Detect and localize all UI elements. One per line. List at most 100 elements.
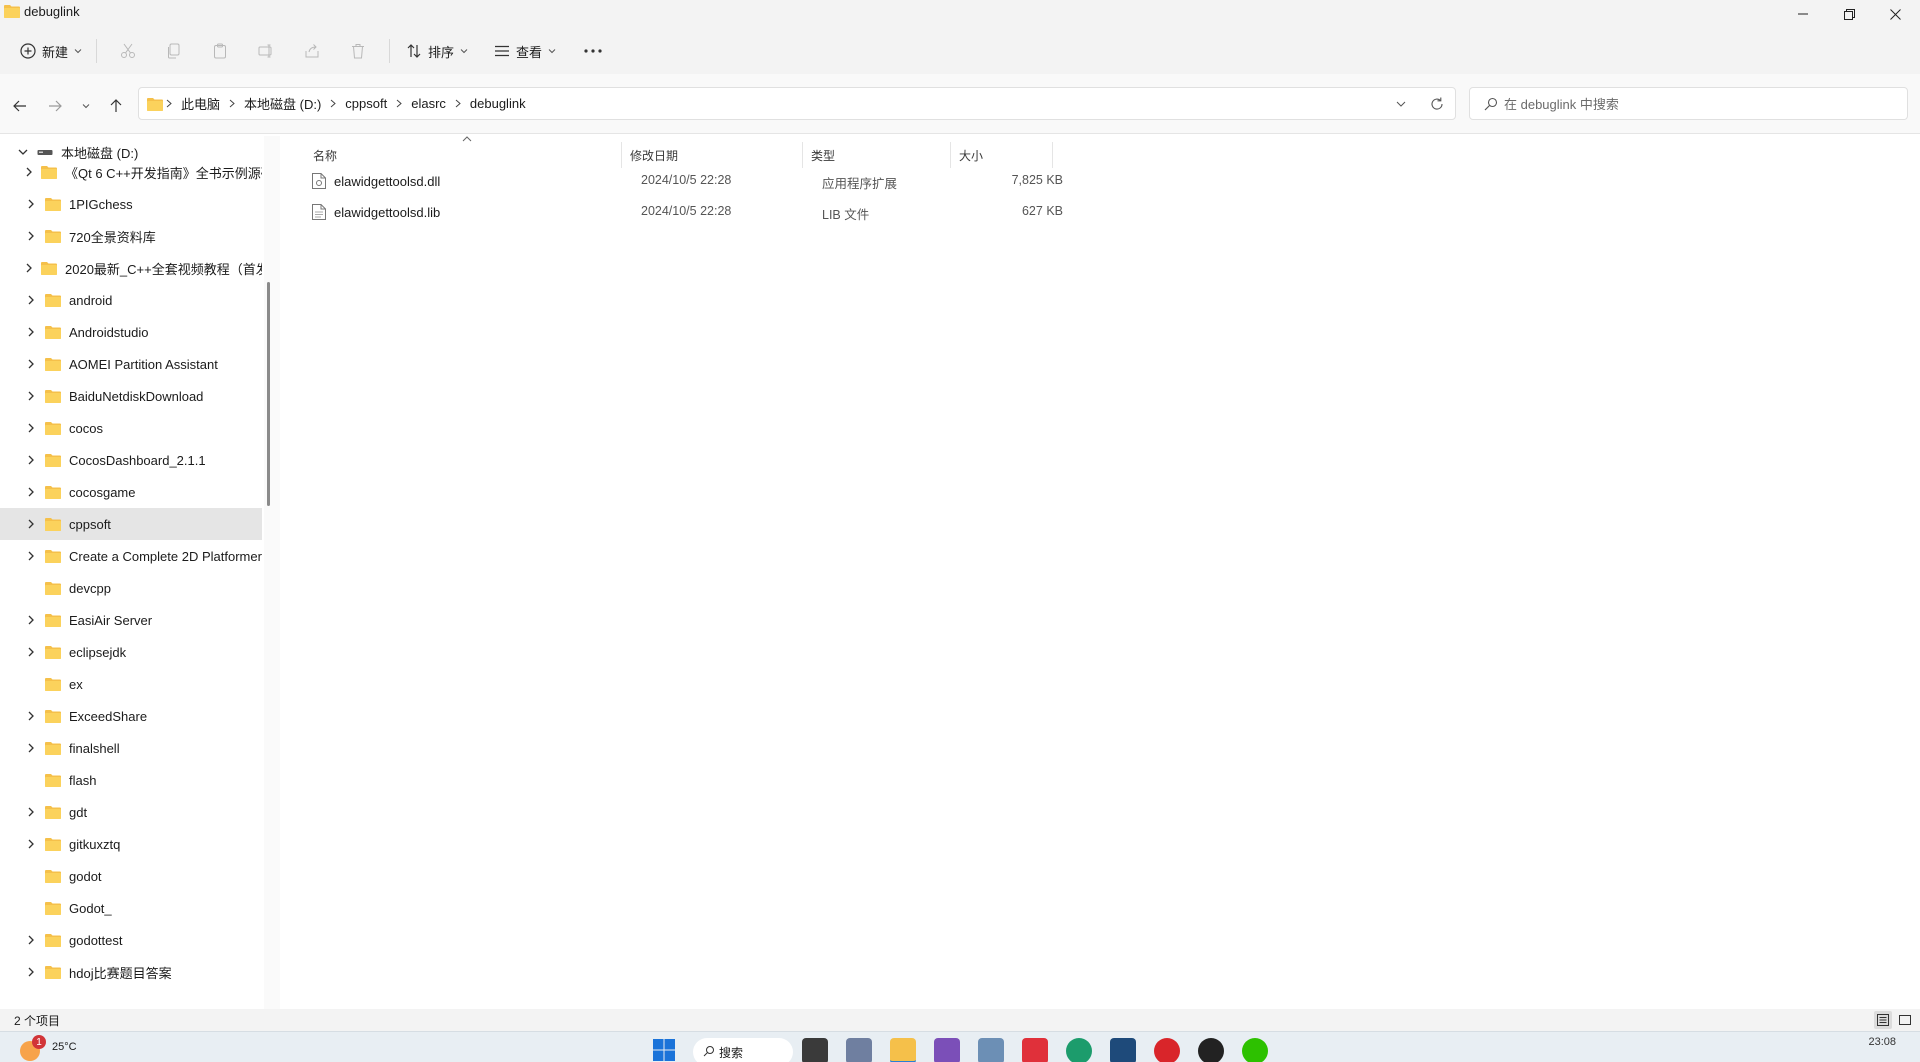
paste-button[interactable] [197, 35, 243, 67]
window-title: debuglink [24, 4, 80, 19]
copy-button[interactable] [151, 35, 197, 67]
column-header-size[interactable]: 大小 [951, 142, 1053, 168]
sidebar-folder-item[interactable]: android [0, 284, 262, 316]
search-box[interactable]: 在 debuglink 中搜索 [1469, 87, 1908, 120]
view-button[interactable]: 查看 [494, 35, 556, 67]
sidebar-folder-item[interactable]: godot [0, 860, 262, 892]
close-window-button[interactable] [1872, 0, 1918, 28]
recent-locations-button[interactable] [74, 94, 98, 118]
taskbar-search[interactable]: 搜索 [693, 1038, 793, 1062]
breadcrumb-debuglink[interactable]: debuglink [464, 96, 532, 111]
chevron-right-icon[interactable] [23, 644, 39, 660]
chevron-right-icon[interactable] [23, 228, 39, 244]
sidebar-folder-item[interactable]: Create a Complete 2D Platformer [0, 540, 262, 572]
youdao-icon[interactable] [1022, 1038, 1048, 1062]
delete-button[interactable] [335, 35, 381, 67]
sort-button[interactable]: 排序 [406, 35, 468, 67]
chevron-right-icon[interactable] [23, 260, 35, 276]
sidebar-folder-item[interactable]: godottest [0, 924, 262, 956]
breadcrumb-local-disk[interactable]: 本地磁盘 (D:) [238, 94, 327, 113]
sidebar-folder-label: Androidstudio [69, 324, 149, 340]
terminal-app-icon[interactable] [1110, 1038, 1136, 1062]
chevron-right-icon[interactable] [23, 740, 39, 756]
sidebar-folder-item[interactable]: finalshell [0, 732, 262, 764]
chevron-right-icon[interactable] [23, 164, 35, 180]
chevron-right-icon[interactable] [23, 516, 39, 532]
settings-app-icon[interactable] [978, 1038, 1004, 1062]
sidebar-folder-item[interactable]: 《Qt 6 C++开发指南》全书示例源码 [0, 156, 262, 188]
chevron-right-icon[interactable] [23, 292, 39, 308]
address-history-button[interactable] [1391, 94, 1411, 114]
sidebar-folder-item[interactable]: cppsoft [0, 508, 262, 540]
chevron-right-icon[interactable] [23, 196, 39, 212]
edge-browser-icon[interactable] [1066, 1038, 1092, 1062]
chevron-right-icon[interactable] [23, 388, 39, 404]
file-row[interactable]: elawidgettoolsd.lib 2024/10/5 22:28 LIB … [300, 197, 1330, 227]
calculator-icon[interactable] [846, 1038, 872, 1062]
sidebar-folder-item[interactable]: 2020最新_C++全套视频教程（首发） [0, 252, 262, 284]
netease-music-icon[interactable] [1154, 1038, 1180, 1062]
details-view-toggle[interactable] [1874, 1011, 1892, 1029]
sidebar-folder-item[interactable]: cocosgame [0, 476, 262, 508]
sidebar-scrollbar-track[interactable] [264, 136, 280, 1009]
chevron-right-icon[interactable] [23, 548, 39, 564]
up-button[interactable] [104, 94, 128, 118]
back-button[interactable] [8, 94, 32, 118]
task-view-icon[interactable] [802, 1038, 828, 1062]
breadcrumb-this-pc[interactable]: 此电脑 [175, 94, 226, 113]
rename-button[interactable] [243, 35, 289, 67]
sidebar-folder-item[interactable]: gdt [0, 796, 262, 828]
chevron-right-icon[interactable] [23, 356, 39, 372]
file-explorer-icon[interactable] [890, 1038, 916, 1062]
breadcrumb-elasrc[interactable]: elasrc [405, 96, 452, 111]
chevron-right-icon[interactable] [23, 708, 39, 724]
sidebar-folder-item[interactable]: flash [0, 764, 262, 796]
wechat-icon[interactable] [1242, 1038, 1268, 1062]
more-options-button[interactable] [570, 35, 616, 67]
rename-icon [258, 43, 274, 59]
sidebar-folder-item[interactable]: CocosDashboard_2.1.1 [0, 444, 262, 476]
visual-studio-icon[interactable] [934, 1038, 960, 1062]
chevron-right-icon[interactable] [23, 452, 39, 468]
sidebar-folder-item[interactable]: cocos [0, 412, 262, 444]
column-header-name[interactable]: 名称 [281, 142, 622, 168]
sidebar-folder-item[interactable]: Androidstudio [0, 316, 262, 348]
sidebar-folder-item[interactable]: EasiAir Server [0, 604, 262, 636]
sidebar-folder-item[interactable]: devcpp [0, 572, 262, 604]
sidebar-folder-item[interactable]: 720全景资料库 [0, 220, 262, 252]
sidebar-folder-item[interactable]: ExceedShare [0, 700, 262, 732]
column-header-type[interactable]: 类型 [803, 142, 951, 168]
sidebar-folder-item[interactable]: hdoj比赛题目答案 [0, 956, 262, 988]
sidebar-folder-item[interactable]: 1PIGchess [0, 188, 262, 220]
sidebar-folder-item[interactable]: Godot_ [0, 892, 262, 924]
sidebar-folder-item[interactable]: ex [0, 668, 262, 700]
chevron-right-icon[interactable] [23, 964, 39, 980]
restore-button[interactable] [1826, 0, 1872, 28]
chevron-right-icon[interactable] [23, 932, 39, 948]
minimize-button[interactable] [1780, 0, 1826, 28]
sidebar-folder-item[interactable]: eclipsejdk [0, 636, 262, 668]
sidebar-scrollbar-thumb[interactable] [267, 282, 270, 506]
breadcrumb-cppsoft[interactable]: cppsoft [339, 96, 393, 111]
file-row[interactable]: elawidgettoolsd.dll 2024/10/5 22:28 应用程序… [300, 166, 1330, 196]
chatgpt-icon[interactable] [1198, 1038, 1224, 1062]
new-button[interactable]: 新建 [20, 35, 82, 67]
sidebar-folder-item[interactable]: gitkuxztq [0, 828, 262, 860]
forward-button[interactable] [43, 94, 67, 118]
chevron-right-icon[interactable] [23, 612, 39, 628]
start-button[interactable] [652, 1038, 678, 1062]
chevron-right-icon[interactable] [23, 484, 39, 500]
sidebar-folder-item[interactable]: BaiduNetdiskDownload [0, 380, 262, 412]
sidebar-folder-item[interactable]: AOMEI Partition Assistant [0, 348, 262, 380]
address-bar[interactable]: 此电脑 本地磁盘 (D:) cppsoft elasrc debuglink [138, 87, 1456, 120]
chevron-right-icon[interactable] [23, 420, 39, 436]
chevron-right-icon[interactable] [23, 836, 39, 852]
share-button[interactable] [289, 35, 335, 67]
system-clock[interactable]: 23:08 [1868, 1036, 1896, 1048]
refresh-icon[interactable] [1427, 94, 1447, 114]
cut-button[interactable] [105, 35, 151, 67]
column-header-modified[interactable]: 修改日期 [622, 142, 803, 168]
chevron-right-icon[interactable] [23, 804, 39, 820]
large-icons-view-toggle[interactable] [1896, 1011, 1914, 1029]
chevron-right-icon[interactable] [23, 324, 39, 340]
